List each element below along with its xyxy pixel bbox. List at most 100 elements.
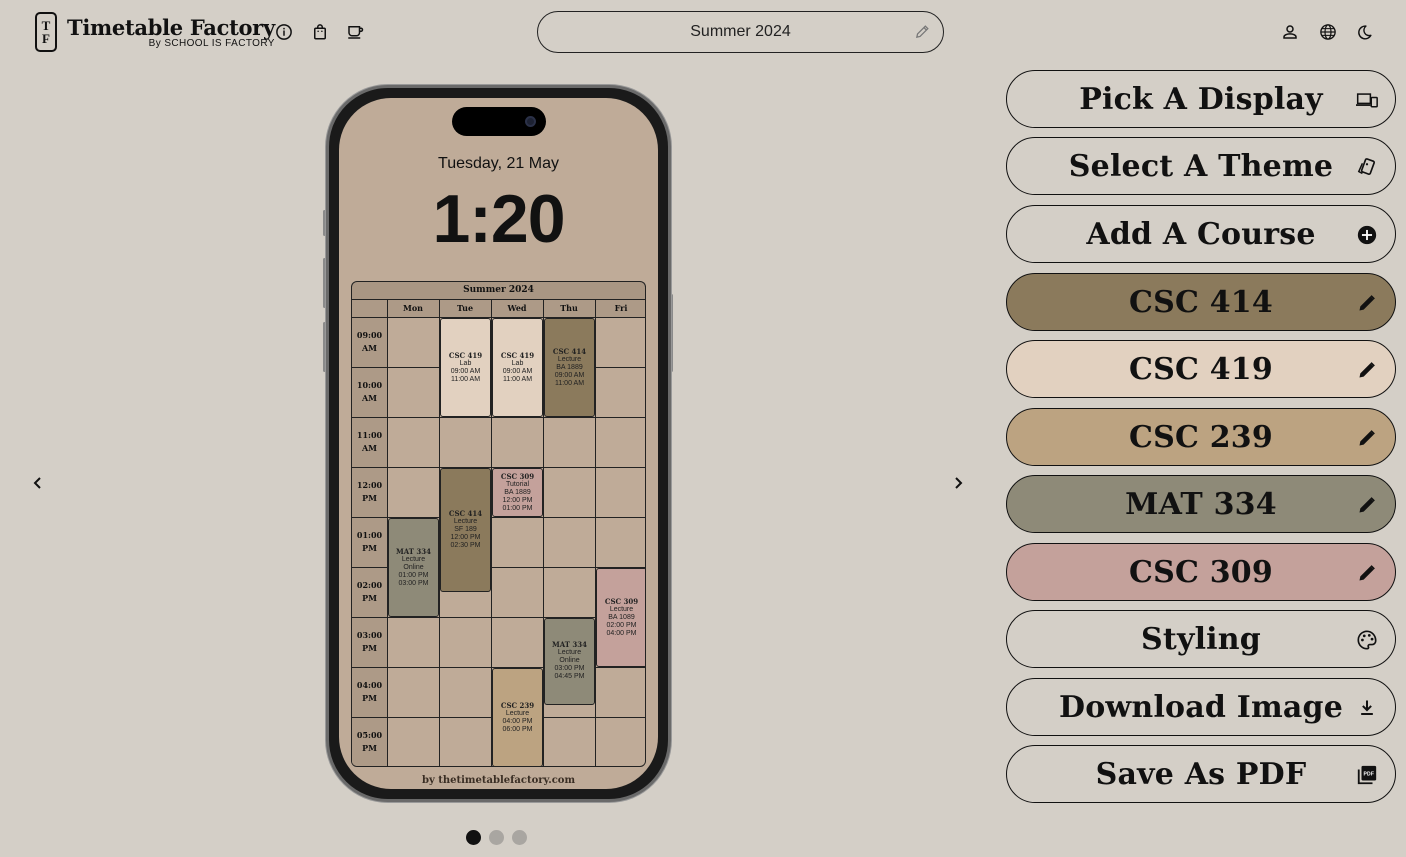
grid-line bbox=[595, 300, 596, 766]
save-as-pdf-button[interactable]: Save As PDF PDF bbox=[1006, 745, 1396, 803]
logo-mark: T F bbox=[35, 12, 57, 52]
styling-button[interactable]: Styling bbox=[1006, 610, 1396, 668]
timetable-title-field[interactable]: Summer 2024 bbox=[537, 11, 944, 53]
course-event-block[interactable]: CSC 419 Lab 09:00 AM 11:00 AM bbox=[492, 318, 543, 417]
pick-a-display-button[interactable]: Pick A Display bbox=[1006, 70, 1396, 128]
globe-icon[interactable] bbox=[1318, 22, 1338, 42]
course-event-block[interactable]: CSC 309 Tutorial BA 1889 12:00 PM 01:00 PM bbox=[492, 468, 543, 517]
csc-419-button[interactable]: CSC 419 bbox=[1006, 340, 1396, 398]
time-label-part: PM bbox=[362, 493, 377, 503]
course-event-code: CSC 309 bbox=[604, 596, 639, 606]
timetable-widget-title: Summer 2024 bbox=[351, 281, 646, 299]
csc-309-button[interactable]: CSC 309 bbox=[1006, 543, 1396, 601]
course-event-code: CSC 309 bbox=[500, 471, 535, 481]
styling-label: Styling bbox=[1141, 621, 1261, 657]
time-label-part: PM bbox=[362, 643, 377, 653]
course-event-block[interactable]: MAT 334 Lecture Online 03:00 PM 04:45 PM bbox=[544, 618, 595, 705]
time-label: 01:00 PM bbox=[352, 517, 387, 567]
time-label: 04:00 PM bbox=[352, 667, 387, 717]
edit-title-pencil-icon[interactable] bbox=[914, 23, 931, 45]
add-circle-icon bbox=[1356, 224, 1378, 246]
carousel-dot[interactable] bbox=[512, 830, 527, 845]
coffee-icon[interactable] bbox=[345, 22, 365, 42]
course-event-detail: Online bbox=[403, 563, 424, 571]
add-a-course-label: Add A Course bbox=[1086, 216, 1316, 252]
day-label-thu: Thu bbox=[560, 303, 578, 313]
phone-lock-screen: Tuesday, 21 May 1:20 Summer 2024 Mon Tue W… bbox=[339, 98, 658, 789]
time-label-part: AM bbox=[361, 443, 378, 453]
course-event-detail: Lecture bbox=[557, 649, 582, 657]
course-event-block[interactable]: CSC 239 Lecture 04:00 PM 06:00 PM bbox=[492, 668, 543, 766]
palette-icon bbox=[1356, 629, 1378, 651]
course-event-code: CSC 419 bbox=[500, 350, 535, 360]
course-event-detail: Online bbox=[559, 657, 580, 665]
logo-mark-bottom: F bbox=[42, 31, 50, 46]
course-event-code: CSC 239 bbox=[500, 700, 535, 710]
next-display-chevron-right-icon[interactable] bbox=[948, 472, 968, 494]
course-event-block[interactable]: CSC 414 Lecture BA 1889 09:00 AM 11:00 AM bbox=[544, 318, 595, 417]
course-event-detail: 11:00 AM bbox=[502, 375, 533, 383]
course-event-detail: Lecture bbox=[505, 709, 530, 717]
course-event-detail: Lecture bbox=[557, 355, 582, 363]
csc-239-button[interactable]: CSC 239 bbox=[1006, 408, 1396, 466]
course-event-detail: 02:30 PM bbox=[450, 542, 481, 549]
course-event-detail: 12:00 PM bbox=[502, 496, 533, 504]
select-a-theme-button[interactable]: Select A Theme bbox=[1006, 137, 1396, 195]
add-a-course-button[interactable]: Add A Course bbox=[1006, 205, 1396, 263]
course-event-code: MAT 334 bbox=[551, 640, 588, 650]
time-label-part: 01:00 bbox=[356, 530, 383, 540]
timetable-credit: by thetimetablefactory.com bbox=[421, 775, 576, 786]
csc-419-label: CSC 419 bbox=[1129, 351, 1273, 387]
course-event-block[interactable]: CSC 419 Lab 09:00 AM 11:00 AM bbox=[440, 318, 491, 417]
time-label-part: 04:00 bbox=[356, 680, 383, 690]
pencil-icon bbox=[1356, 292, 1378, 314]
time-label: 05:00 PM bbox=[352, 717, 387, 766]
shopping-bag-icon[interactable] bbox=[310, 22, 330, 42]
carousel-dot[interactable] bbox=[466, 830, 481, 845]
mat-334-button[interactable]: MAT 334 bbox=[1006, 475, 1396, 533]
course-event-detail: 03:00 PM bbox=[398, 579, 429, 587]
csc-414-button[interactable]: CSC 414 bbox=[1006, 273, 1396, 331]
timetable-widget: Summer 2024 Mon Tue Wed Thu Fri 09:00 AM 10:00 A… bbox=[351, 281, 646, 767]
account-icon[interactable] bbox=[1280, 22, 1300, 42]
day-label-tue: Tue bbox=[456, 303, 474, 313]
course-event-detail: 11:00 AM bbox=[450, 375, 481, 383]
course-event-detail: 04:45 PM bbox=[554, 673, 585, 681]
course-event-detail: 03:00 PM bbox=[554, 665, 585, 673]
theme-cards-icon bbox=[1356, 156, 1378, 178]
course-event-detail: BA 1889 bbox=[556, 363, 583, 371]
dark-mode-icon[interactable] bbox=[1354, 22, 1374, 42]
course-event-detail: 01:00 PM bbox=[398, 571, 429, 579]
app-logo[interactable]: T F Timetable Factory By SCHOOL IS FACTO… bbox=[35, 12, 275, 52]
svg-text:PDF: PDF bbox=[1364, 771, 1375, 777]
course-event-detail: 09:00 AM bbox=[554, 371, 585, 379]
select-a-theme-label: Select A Theme bbox=[1068, 148, 1334, 184]
time-label-part: AM bbox=[361, 393, 378, 403]
time-label: 09:00 AM bbox=[352, 317, 387, 367]
course-event-detail: Lab bbox=[459, 359, 472, 367]
mat-334-label: MAT 334 bbox=[1125, 486, 1277, 522]
day-label-mon: Mon bbox=[402, 303, 423, 313]
time-label: 11:00 AM bbox=[352, 417, 387, 467]
course-event-code: CSC 414 bbox=[448, 509, 483, 518]
previous-display-chevron-left-icon[interactable] bbox=[28, 472, 48, 494]
course-event-block[interactable]: CSC 414 Lecture SF 189 12:00 PM 02:30 PM bbox=[440, 468, 491, 592]
course-event-code: CSC 419 bbox=[448, 350, 483, 360]
carousel-dot[interactable] bbox=[489, 830, 504, 845]
lock-screen-date: Tuesday, 21 May bbox=[438, 155, 559, 172]
info-icon[interactable] bbox=[274, 22, 294, 42]
csc-239-label: CSC 239 bbox=[1129, 419, 1273, 455]
time-label-part: PM bbox=[362, 543, 377, 553]
course-event-detail: 12:00 PM bbox=[450, 534, 481, 541]
grid-line bbox=[352, 417, 645, 418]
course-event-detail: 06:00 PM bbox=[502, 725, 533, 733]
download-image-button[interactable]: Download Image bbox=[1006, 678, 1396, 736]
course-event-block[interactable]: MAT 334 Lecture Online 01:00 PM 03:00 PM bbox=[388, 518, 439, 617]
course-event-block[interactable]: CSC 309 Lecture BA 1089 02:00 PM 04:00 PM bbox=[596, 568, 645, 667]
day-label-fri: Fri bbox=[614, 303, 628, 313]
devices-icon bbox=[1356, 89, 1378, 111]
pencil-icon bbox=[1356, 359, 1378, 381]
course-event-detail: 09:00 AM bbox=[450, 367, 481, 375]
course-event-detail: BA 1889 bbox=[504, 488, 531, 496]
time-label-part: PM bbox=[362, 593, 377, 603]
